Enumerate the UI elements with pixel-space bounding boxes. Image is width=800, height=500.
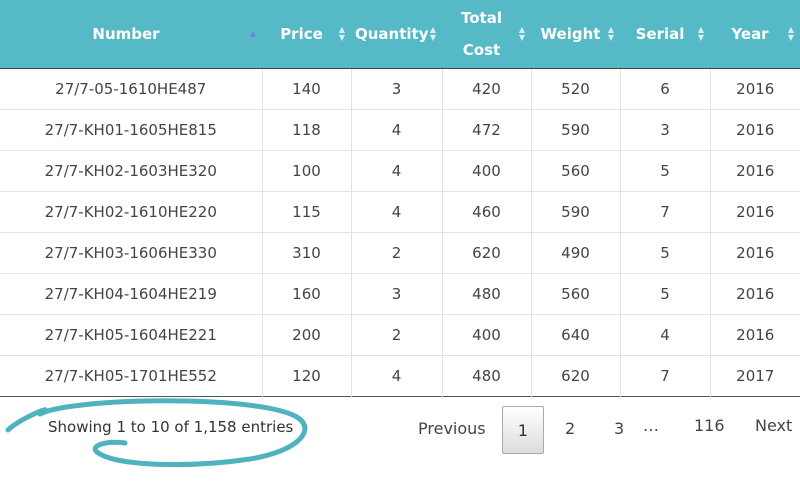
table-row[interactable]: 27/7-KH02-1610HE220 115 4 460 590 7 2016 [0, 191, 800, 232]
cell-serial: 5 [620, 150, 711, 191]
column-header-label: Weight [540, 24, 601, 43]
sort-ascending-icon: ▲ [249, 28, 256, 38]
column-header-quantity[interactable]: Quantity ▲ ▼ [351, 0, 442, 69]
cell-serial: 5 [620, 232, 711, 273]
table-row[interactable]: 27/7-KH05-1604HE221 200 2 400 640 4 2016 [0, 314, 800, 355]
cell-quantity: 3 [351, 273, 443, 314]
cell-year: 2016 [736, 79, 775, 98]
cell-serial: 7 [620, 355, 711, 396]
table-header-row: Number ▲ Price ▲ ▼ Quantity ▲ ▼ Total Cost… [0, 0, 800, 69]
cell-price: 120 [262, 355, 352, 396]
cell-number: 27/7-KH03-1606HE330 [0, 232, 263, 273]
cell-number: 27/7-KH02-1610HE220 [0, 191, 263, 232]
pagination-page-3[interactable]: 3 [614, 419, 624, 438]
cell-quantity: 2 [351, 232, 443, 273]
column-header-total-cost[interactable]: Total Cost ▲ ▼ [442, 0, 531, 69]
table-row[interactable]: 27/7-KH02-1603HE320 100 4 400 560 5 2016 [0, 150, 800, 191]
cell-quantity: 4 [351, 150, 443, 191]
column-header-number[interactable]: Number ▲ [0, 0, 262, 69]
column-header-label: Total Cost [461, 8, 502, 59]
cell-total-cost: 480 [442, 273, 532, 314]
cell-year: 2016 [736, 284, 775, 303]
cell-total-cost: 480 [442, 355, 532, 396]
cell-weight: 640 [531, 314, 621, 355]
cell-year: 2016 [736, 161, 775, 180]
cell-total-cost: 460 [442, 191, 532, 232]
table-body: 27/7-05-1610HE487 140 3 420 520 6 2016 27/7-KH0… [0, 68, 800, 396]
pagination-page-2[interactable]: 2 [565, 419, 575, 438]
cell-number: 27/7-KH04-1604HE219 [0, 273, 263, 314]
sort-both-icon: ▲ ▼ [518, 24, 525, 42]
cell-number: 27/7-KH01-1605HE815 [0, 109, 263, 150]
sort-both-icon: ▲ ▼ [429, 24, 436, 42]
pagination-previous[interactable]: Previous [418, 419, 486, 438]
cell-price: 200 [262, 314, 352, 355]
pagination-next[interactable]: Next [755, 416, 792, 435]
cell-price: 118 [262, 109, 352, 150]
table-row[interactable]: 27/7-KH05-1701HE552 120 4 480 620 7 2017 [0, 355, 800, 396]
sort-both-icon: ▲ ▼ [697, 24, 704, 42]
cell-number: 27/7-KH05-1701HE552 [0, 355, 263, 396]
pagination-page-current[interactable]: 1 [502, 406, 544, 454]
cell-total-cost: 400 [442, 314, 532, 355]
table-row[interactable]: 27/7-05-1610HE487 140 3 420 520 6 2016 [0, 68, 800, 109]
cell-number: 27/7-05-1610HE487 [0, 68, 263, 109]
table-row[interactable]: 27/7-KH04-1604HE219 160 3 480 560 5 2016 [0, 273, 800, 314]
cell-serial: 5 [620, 273, 711, 314]
column-header-price[interactable]: Price ▲ ▼ [262, 0, 351, 69]
cell-quantity: 4 [351, 191, 443, 232]
cell-serial: 3 [620, 109, 711, 150]
pagination-page-last[interactable]: 116 [694, 416, 725, 435]
table-row[interactable]: 27/7-KH01-1605HE815 118 4 472 590 3 2016 [0, 109, 800, 150]
cell-price: 100 [262, 150, 352, 191]
cell-price: 115 [262, 191, 352, 232]
sort-both-icon: ▲ ▼ [607, 24, 614, 42]
cell-price: 310 [262, 232, 352, 273]
cell-year: 2016 [736, 202, 775, 221]
cell-serial: 4 [620, 314, 711, 355]
sort-both-icon: ▲ ▼ [338, 24, 345, 42]
sort-both-icon: ▲ ▼ [787, 24, 794, 42]
cell-serial: 7 [620, 191, 711, 232]
column-header-year[interactable]: Year ▲ ▼ [710, 0, 800, 69]
cell-total-cost: 420 [442, 68, 532, 109]
cell-weight: 490 [531, 232, 621, 273]
cell-quantity: 4 [351, 355, 443, 396]
cell-weight: 590 [531, 109, 621, 150]
column-header-label: Number [92, 24, 160, 43]
cell-year: 2017 [736, 366, 775, 385]
cell-price: 140 [262, 68, 352, 109]
pagination: Previous 1 2 3 … 116 Next [0, 406, 800, 456]
cell-year: 2016 [736, 243, 775, 262]
cell-quantity: 4 [351, 109, 443, 150]
column-header-weight[interactable]: Weight ▲ ▼ [531, 0, 620, 69]
cell-year: 2016 [736, 120, 775, 139]
cell-total-cost: 472 [442, 109, 532, 150]
cell-total-cost: 400 [442, 150, 532, 191]
column-header-serial[interactable]: Serial ▲ ▼ [620, 0, 710, 69]
column-header-label: Year [731, 24, 769, 43]
cell-serial: 6 [620, 68, 711, 109]
pagination-ellipsis: … [643, 416, 659, 435]
cell-price: 160 [262, 273, 352, 314]
cell-weight: 560 [531, 273, 621, 314]
cell-weight: 560 [531, 150, 621, 191]
data-table: Number ▲ Price ▲ ▼ Quantity ▲ ▼ Total Cost… [0, 0, 800, 397]
cell-total-cost: 620 [442, 232, 532, 273]
cell-year: 2016 [736, 325, 775, 344]
cell-weight: 620 [531, 355, 621, 396]
cell-weight: 590 [531, 191, 621, 232]
data-table-page: Number ▲ Price ▲ ▼ Quantity ▲ ▼ Total Cost… [0, 0, 800, 500]
cell-number: 27/7-KH05-1604HE221 [0, 314, 263, 355]
cell-quantity: 3 [351, 68, 443, 109]
cell-weight: 520 [531, 68, 621, 109]
cell-quantity: 2 [351, 314, 443, 355]
column-header-label: Serial [635, 24, 685, 43]
table-row[interactable]: 27/7-KH03-1606HE330 310 2 620 490 5 2016 [0, 232, 800, 273]
table-footer: Showing 1 to 10 of 1,158 entries Previou… [0, 396, 800, 500]
column-header-label: Price [280, 24, 323, 43]
cell-number: 27/7-KH02-1603HE320 [0, 150, 263, 191]
column-header-label: Quantity [355, 24, 429, 43]
